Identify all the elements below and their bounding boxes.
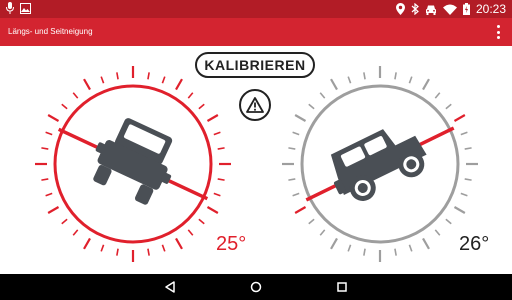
gauge-tick [294,206,307,214]
gauge-tick [330,78,338,91]
gauge-tick [408,76,413,84]
app-bar: Längs- und Seitneigung [0,18,512,46]
vehicle-side-icon [330,129,427,201]
gauge-tick [72,92,79,99]
gauge-tick [47,206,60,214]
gauge-tick [434,92,441,99]
home-button[interactable] [236,274,276,300]
gauge-tick [453,206,466,214]
battery-icon [462,3,470,15]
vehicle-front-icon [93,118,173,205]
gauge-tick [292,192,300,197]
gauge-tick [294,114,307,122]
gauge-tick [175,237,183,250]
gauge-tick [408,244,413,252]
gauge-tick [45,131,53,136]
pitch-angle-readout: 26° [459,233,490,255]
back-icon [165,281,175,293]
recents-icon [337,282,347,292]
gauge-tick [147,72,150,80]
recents-button[interactable] [322,274,362,300]
gauge-tick [206,114,219,122]
warning-icon [246,97,264,113]
gauge-tick [187,92,194,99]
warning-button[interactable] [239,89,271,121]
gauge-tick [445,218,452,225]
gauge-tick [187,229,194,236]
gauge-tick [198,103,205,110]
gauge-tick [217,147,225,150]
gauge-tick [347,244,352,252]
gauge-tick [445,103,452,110]
gauge-tick [116,72,119,80]
gauge-tick [422,237,430,250]
gauge-tick [198,218,205,225]
roll-angle-readout: 25° [216,233,247,255]
gauge-tick [308,218,315,225]
gauge-tick [308,103,315,110]
gauge-tick [83,237,91,250]
gauge-tick [288,147,296,150]
gauge-tick [100,244,105,252]
gauge-tick [41,178,49,181]
gauge-tick [288,178,296,181]
gauge-tick [330,237,338,250]
gauge-tick [61,103,68,110]
gauge-tick [319,92,326,99]
gauge-tick [394,248,397,256]
gauge-tick [161,244,166,252]
gauge-tick [147,248,150,256]
car-icon [425,5,436,15]
bluetooth-icon [411,3,419,15]
gauge-tick [175,78,183,91]
pitch-gauge [282,66,478,262]
gauge-tick [464,178,472,181]
gauge-tick [206,206,219,214]
mic-icon [6,2,14,14]
gauge-tick [217,178,225,181]
gauge-tick [319,229,326,236]
gauge-tick [83,78,91,91]
gauge-tick [453,114,466,122]
status-time: 20:23 [475,2,506,16]
gauge-tick [363,72,366,80]
gauge-tick [41,147,49,150]
gauge-tick [464,147,472,150]
back-button[interactable] [150,274,190,300]
gauge-tick [61,218,68,225]
gauge-tick [161,76,166,84]
location-icon [395,3,405,15]
gauge-tick [422,78,430,91]
app-title: Längs- und Seitneigung [8,27,93,36]
gauge-tick [47,114,60,122]
gauge-tick [100,76,105,84]
status-bar: 20:23 [0,0,512,18]
gauge-tick [45,192,53,197]
gauge-tick [213,131,221,136]
gauge-tick [363,248,366,256]
image-icon [20,2,31,14]
wifi-icon [442,4,457,15]
more-vert-icon[interactable] [492,25,504,39]
gauge-tick [116,248,119,256]
gauge-tick [72,229,79,236]
gauge-tick [213,192,221,197]
gauge-tick [460,131,468,136]
gauge-tick [460,192,468,197]
home-icon [250,281,262,293]
gauge-tick [394,72,397,80]
gauge-tick [292,131,300,136]
nav-bar [0,274,512,300]
calibrate-button[interactable]: KALIBRIEREN [195,52,315,78]
roll-gauge [35,66,231,262]
gauge-tick [347,76,352,84]
gauge-tick [434,229,441,236]
